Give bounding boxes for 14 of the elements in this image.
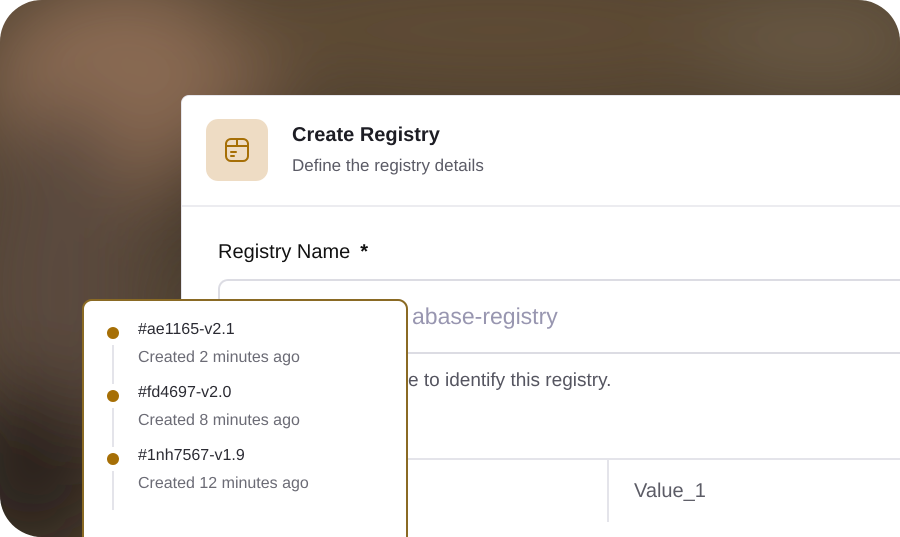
field-label: Registry Name [218, 241, 350, 264]
timeline-dot [107, 327, 119, 339]
dialog-subtitle: Define the registry details [292, 156, 484, 176]
box-icon [206, 119, 268, 181]
table-cell: Value_1 [634, 480, 706, 502]
version-tag[interactable]: #1nh7567-v1.9 [138, 447, 406, 465]
timeline-dot [107, 390, 119, 402]
required-mark: * [360, 241, 368, 264]
helper-text: e to identify this registry. [408, 370, 612, 392]
created-time: Created 12 minutes ago [138, 475, 310, 493]
dialog-title: Create Registry [292, 124, 441, 147]
created-time: Created 8 minutes ago [138, 412, 301, 430]
version-tag[interactable]: #fd4697-v2.0 [138, 384, 406, 402]
timeline-dot [107, 453, 119, 465]
